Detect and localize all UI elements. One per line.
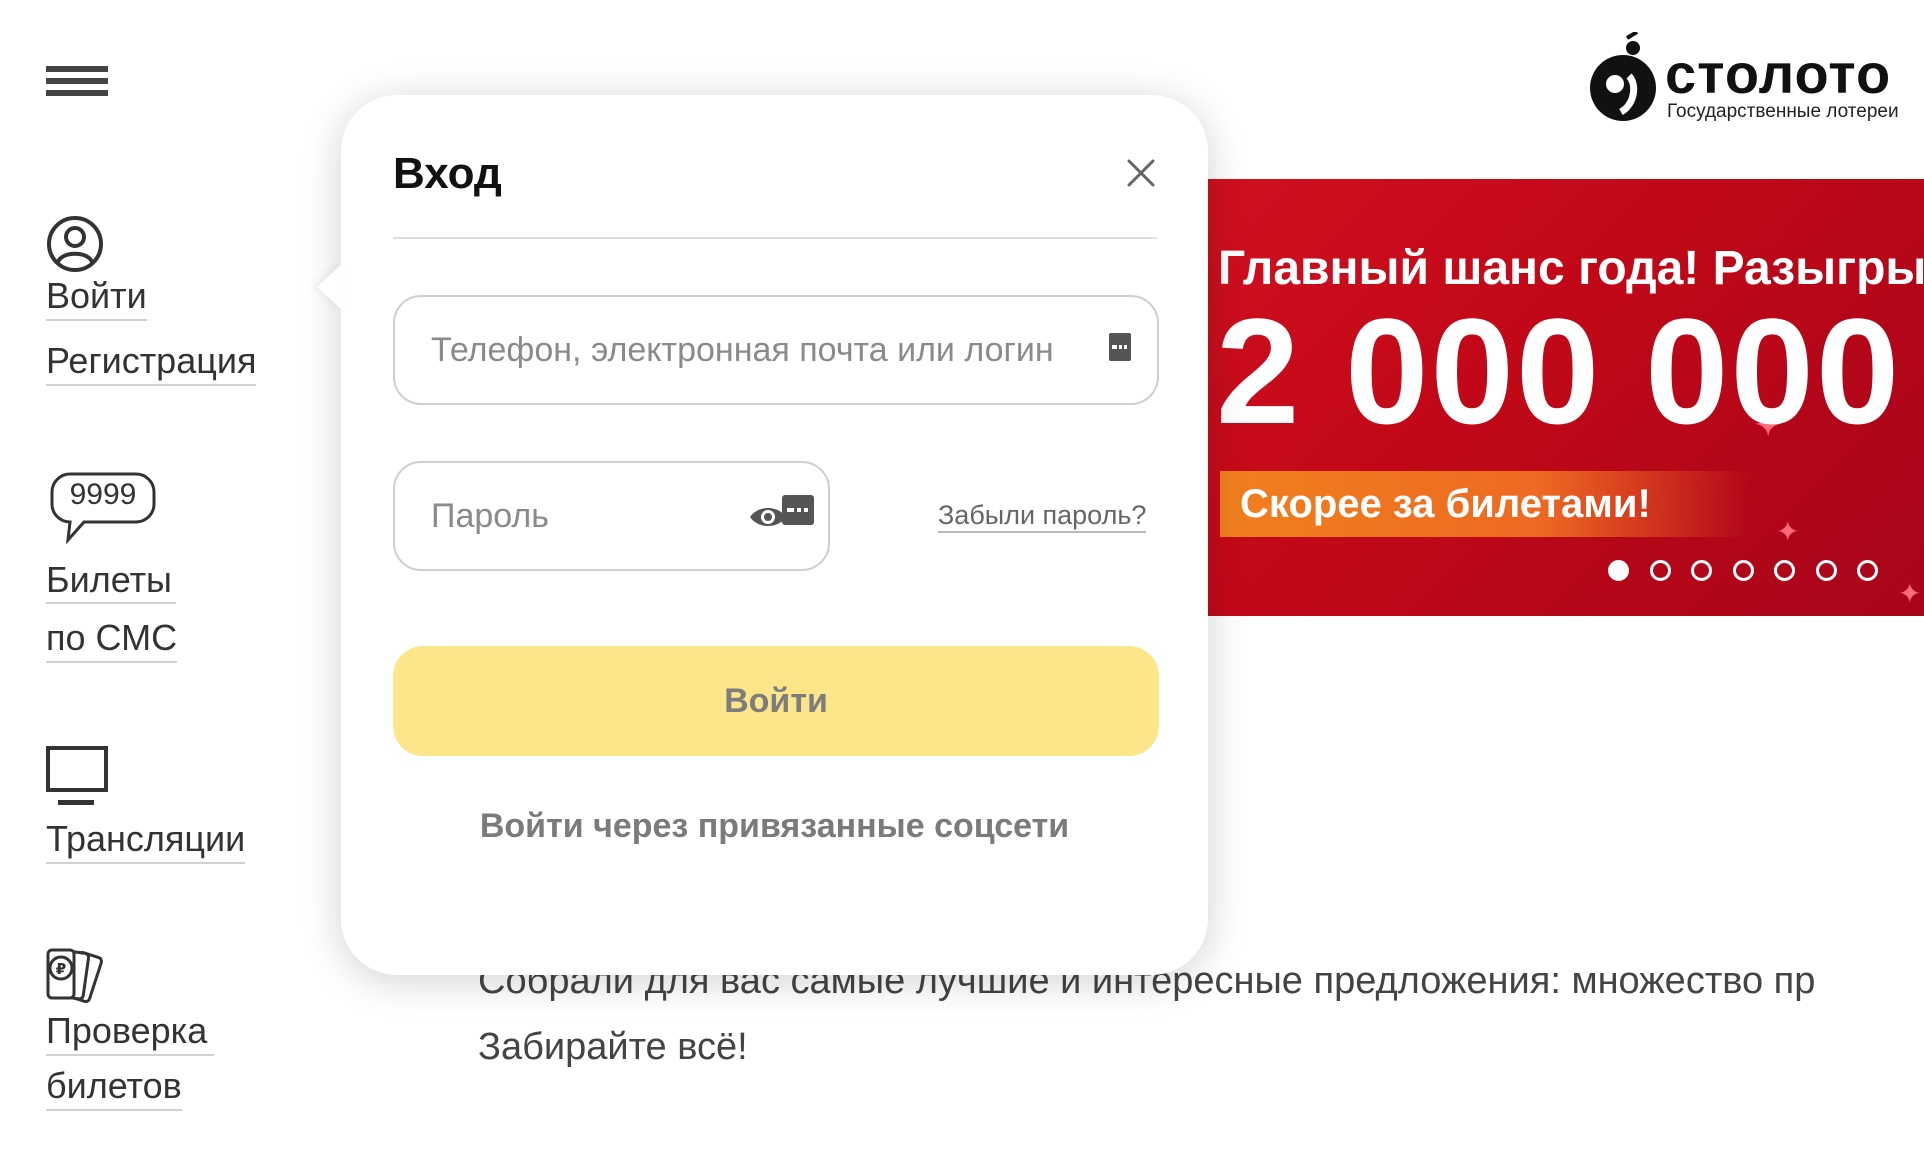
link-underline <box>46 1054 214 1056</box>
svg-text:₽: ₽ <box>56 960 66 978</box>
login-field <box>393 295 1159 405</box>
sidebar-item-broadcasts[interactable]: Трансляции <box>46 818 246 864</box>
popup-title: Вход <box>393 149 502 198</box>
password-field <box>393 461 830 571</box>
sidebar-item-register[interactable]: Регистрация <box>46 340 257 386</box>
sms-bubble-icon[interactable]: 9999 <box>50 470 156 544</box>
carousel-dot[interactable] <box>1649 560 1671 581</box>
close-icon[interactable] <box>1121 153 1161 193</box>
sidebar-item-sms-line2[interactable]: по СМС <box>46 617 178 663</box>
carousel-dot[interactable] <box>1732 560 1754 581</box>
logo-mark-icon <box>1590 32 1656 121</box>
logo-tagline: Государственные лотереи <box>1667 101 1899 122</box>
sparkle-decoration: ✦ <box>1776 516 1800 547</box>
login-popup: Вход Забыли пароль? Войти Войти через пр… <box>317 95 1208 975</box>
popup-divider <box>393 237 1157 239</box>
sidebar-item-check-line2[interactable]: билетов <box>46 1065 182 1111</box>
carousel-dot[interactable] <box>1815 560 1837 581</box>
tv-icon[interactable] <box>46 746 108 808</box>
sms-number: 9999 <box>69 478 137 511</box>
carousel-dot[interactable] <box>1857 560 1878 581</box>
logo-name: столото <box>1665 42 1892 105</box>
sparkle-decoration: ✦ <box>1898 578 1922 609</box>
promo-banner[interactable]: ✦ ✦ ✦ Главный шанс года! Разыгрыв 2 000 … <box>1208 179 1924 616</box>
promo-line-2: Забирайте всё! <box>478 1026 748 1068</box>
login-submit-button[interactable]: Войти <box>393 646 1159 756</box>
popup-pointer <box>317 263 343 311</box>
password-manager-key-icon[interactable] <box>1108 331 1132 363</box>
carousel-dot[interactable] <box>1608 560 1629 581</box>
login-input[interactable] <box>431 297 1111 403</box>
banner-amount: 2 000 000 <box>1216 287 1902 455</box>
sidebar-item-check-line1[interactable]: Проверка <box>46 1010 207 1054</box>
carousel-dot[interactable] <box>1774 560 1795 581</box>
banner-cta-button[interactable]: Скорее за билетами! <box>1220 471 1750 537</box>
password-manager-key-icon[interactable] <box>781 493 815 527</box>
sidebar: Войти Регистрация 9999 Билеты по СМС Тра… <box>0 0 320 1155</box>
carousel-dot[interactable] <box>1691 560 1712 581</box>
user-circle-icon[interactable] <box>46 215 104 273</box>
link-underline <box>46 602 176 604</box>
forgot-password-link[interactable]: Забыли пароль? <box>938 499 1147 533</box>
ticket-check-icon[interactable]: ₽ <box>44 946 120 1006</box>
carousel-dots <box>1608 560 1899 588</box>
sidebar-item-sms-line1[interactable]: Билеты <box>46 559 172 603</box>
password-input[interactable] <box>431 463 731 569</box>
sidebar-item-login[interactable]: Войти <box>46 275 147 321</box>
stoloto-logo[interactable]: столото Государственные лотереи <box>1585 32 1915 127</box>
social-login-link[interactable]: Войти через привязанные соцсети <box>341 807 1208 846</box>
